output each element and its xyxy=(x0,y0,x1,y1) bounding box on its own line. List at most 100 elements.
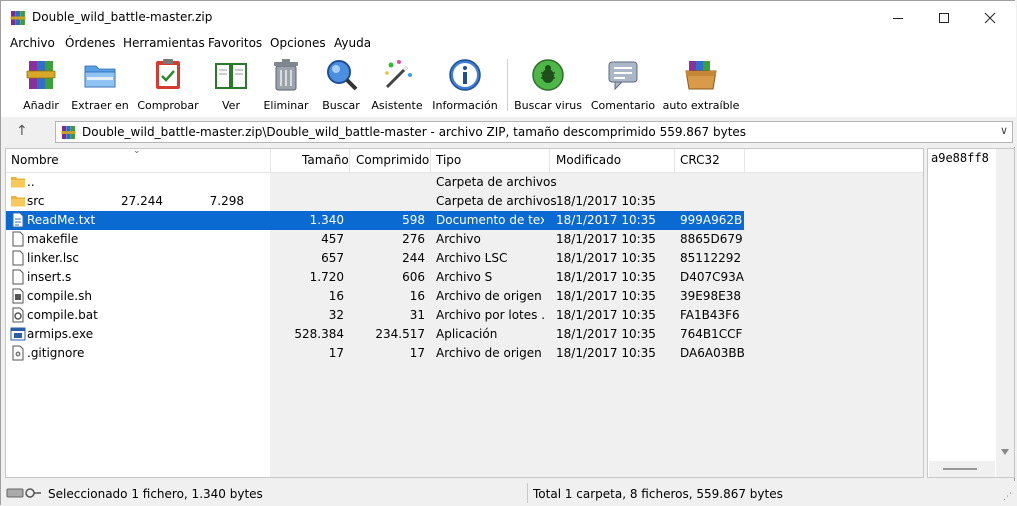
menu-favoritos[interactable]: Favoritos xyxy=(208,36,262,50)
view-book-icon xyxy=(215,63,247,89)
file-type: Documento de tex... xyxy=(436,213,544,227)
toolbar-separator xyxy=(507,59,508,111)
col-crc32[interactable]: CRC32 xyxy=(680,153,720,167)
sfx-button[interactable]: auto extraíble xyxy=(663,57,739,115)
find-label: Buscar xyxy=(322,99,360,112)
virus-scan-button[interactable]: Buscar virus xyxy=(514,57,582,115)
file-row-readme[interactable]: ReadMe.txt 1.340 598 Documento de tex...… xyxy=(6,211,744,230)
side-panel[interactable]: a9e88ff8 xyxy=(927,148,1015,478)
delete-button[interactable]: Eliminar xyxy=(263,57,309,115)
column-divider[interactable] xyxy=(430,149,431,172)
wizard-wand-icon xyxy=(385,60,412,89)
extract-folder-icon xyxy=(84,65,116,88)
file-name: src xyxy=(27,194,45,208)
file-packed: 16 xyxy=(409,289,425,303)
file-name: compile.bat xyxy=(27,308,98,322)
file-row-gitignore[interactable]: .gitignore 17 17 Archivo de origen ... 1… xyxy=(6,344,745,363)
column-divider[interactable] xyxy=(674,149,675,172)
horizontal-scrollbar[interactable] xyxy=(929,461,995,477)
add-archive-icon xyxy=(26,61,56,89)
extract-button[interactable]: Extraer en xyxy=(71,57,129,115)
maximize-button[interactable] xyxy=(921,1,967,35)
file-modified: 18/1/2017 10:35 xyxy=(556,289,656,303)
address-bar: ↑ Double_wild_battle-master.zip\Double_w… xyxy=(1,117,1016,147)
col-size[interactable]: Tamaño xyxy=(302,153,349,167)
add-button[interactable]: Añadir xyxy=(19,57,63,115)
info-button[interactable]: Información xyxy=(431,57,499,115)
minimize-button[interactable] xyxy=(875,1,921,35)
side-panel-text: a9e88ff8 xyxy=(931,151,989,165)
resize-grip-icon[interactable]: ⋰ xyxy=(1003,492,1012,502)
path-field[interactable]: Double_wild_battle-master.zip\Double_wil… xyxy=(55,121,1013,143)
file-row-linker[interactable]: linker.lsc 657 244 Archivo LSC 18/1/2017… xyxy=(6,249,744,268)
col-modified[interactable]: Modificado xyxy=(556,153,621,167)
file-row-compile-bat[interactable]: compile.bat 32 31 Archivo por lotes ... … xyxy=(6,306,744,325)
file-type: Archivo de origen ... xyxy=(436,289,544,303)
file-row-parent[interactable]: .. Carpeta de archivos xyxy=(6,173,744,192)
find-button[interactable]: Buscar xyxy=(319,57,363,115)
file-size: 27.244 xyxy=(121,194,163,208)
file-modified: 18/1/2017 10:35 xyxy=(556,232,656,246)
wizard-button[interactable]: Asistente xyxy=(371,57,423,115)
scroll-thumb[interactable] xyxy=(943,468,977,470)
file-type: Archivo S xyxy=(436,270,493,284)
file-row-insert[interactable]: insert.s 1.720 606 Archivo S 18/1/2017 1… xyxy=(6,268,744,287)
file-row-src[interactable]: src 27.244 7.298 Carpeta de archivos 18/… xyxy=(6,192,744,211)
file-type: Archivo xyxy=(436,232,481,246)
script-file-icon xyxy=(12,288,24,304)
view-button[interactable]: Ver xyxy=(209,57,253,115)
delete-label: Eliminar xyxy=(263,99,309,112)
file-packed: 234.517 xyxy=(375,327,425,341)
file-type: Archivo por lotes ... xyxy=(436,308,544,322)
status-selection: Seleccionado 1 fichero, 1.340 bytes xyxy=(48,487,263,501)
file-crc: D407C93A xyxy=(680,270,745,284)
file-modified: 18/1/2017 10:35 xyxy=(556,213,656,227)
col-packed[interactable]: Comprimido xyxy=(356,153,429,167)
file-row-compile-sh[interactable]: compile.sh 16 16 Archivo de origen ... 1… xyxy=(6,287,744,306)
file-packed: 606 xyxy=(402,270,425,284)
file-name: makefile xyxy=(27,232,79,246)
close-button[interactable] xyxy=(967,1,1013,35)
col-name[interactable]: Nombre xyxy=(11,153,59,167)
menu-herramientas[interactable]: Herramientas xyxy=(123,36,205,50)
menu-archivo[interactable]: Archivo xyxy=(10,36,55,50)
status-bar: Seleccionado 1 fichero, 1.340 bytes Tota… xyxy=(1,481,1016,506)
file-packed: 7.298 xyxy=(209,194,244,208)
application-icon xyxy=(10,327,26,341)
file-crc: 8865D679 xyxy=(680,232,743,246)
file-row-armips[interactable]: armips.exe 528.384 234.517 Aplicación 18… xyxy=(6,325,744,344)
vertical-scrollbar[interactable] xyxy=(996,149,1014,477)
magnifier-icon xyxy=(327,60,358,91)
file-name: linker.lsc xyxy=(27,251,80,265)
path-text: Double_wild_battle-master.zip\Double_wil… xyxy=(82,125,747,139)
file-modified: 18/1/2017 10:35 xyxy=(556,251,656,265)
file-row-makefile[interactable]: makefile 457 276 Archivo 18/1/2017 10:35… xyxy=(6,230,744,249)
title-bar[interactable]: Double_wild_battle-master.zip xyxy=(1,1,1016,35)
chevron-down-icon[interactable]: ∨ xyxy=(1000,124,1008,137)
file-name: ReadMe.txt xyxy=(27,213,96,227)
column-divider[interactable] xyxy=(549,149,550,172)
file-type: Carpeta de archivos xyxy=(436,175,557,189)
view-label: Ver xyxy=(222,99,240,112)
col-type[interactable]: Tipo xyxy=(436,153,461,167)
column-divider[interactable] xyxy=(270,149,271,172)
winrar-window: Double_wild_battle-master.zip Archivo Ór… xyxy=(0,0,1016,506)
virus-scan-label: Buscar virus xyxy=(514,99,582,112)
column-divider[interactable] xyxy=(744,149,745,172)
comment-button[interactable]: Comentario xyxy=(589,57,657,115)
file-name: .gitignore xyxy=(27,346,85,360)
scroll-down-arrow-icon[interactable] xyxy=(1001,449,1009,455)
menu-opciones[interactable]: Opciones xyxy=(270,36,326,50)
menu-ordenes[interactable]: Órdenes xyxy=(65,36,115,50)
folder-icon xyxy=(11,177,25,188)
column-divider[interactable] xyxy=(349,149,350,172)
drive-key-icon[interactable] xyxy=(6,486,42,500)
up-arrow-icon[interactable]: ↑ xyxy=(16,123,28,139)
menu-ayuda[interactable]: Ayuda xyxy=(334,36,371,50)
file-list[interactable]: ⌄ Nombre Tamaño Comprimido Tipo Modifica… xyxy=(5,148,924,478)
winrar-app-icon[interactable] xyxy=(10,10,26,26)
file-packed: 17 xyxy=(409,346,425,360)
file-crc: FA1B43F6 xyxy=(680,308,740,322)
test-button[interactable]: Comprobar xyxy=(135,57,201,115)
blank-file-icon xyxy=(12,269,24,285)
